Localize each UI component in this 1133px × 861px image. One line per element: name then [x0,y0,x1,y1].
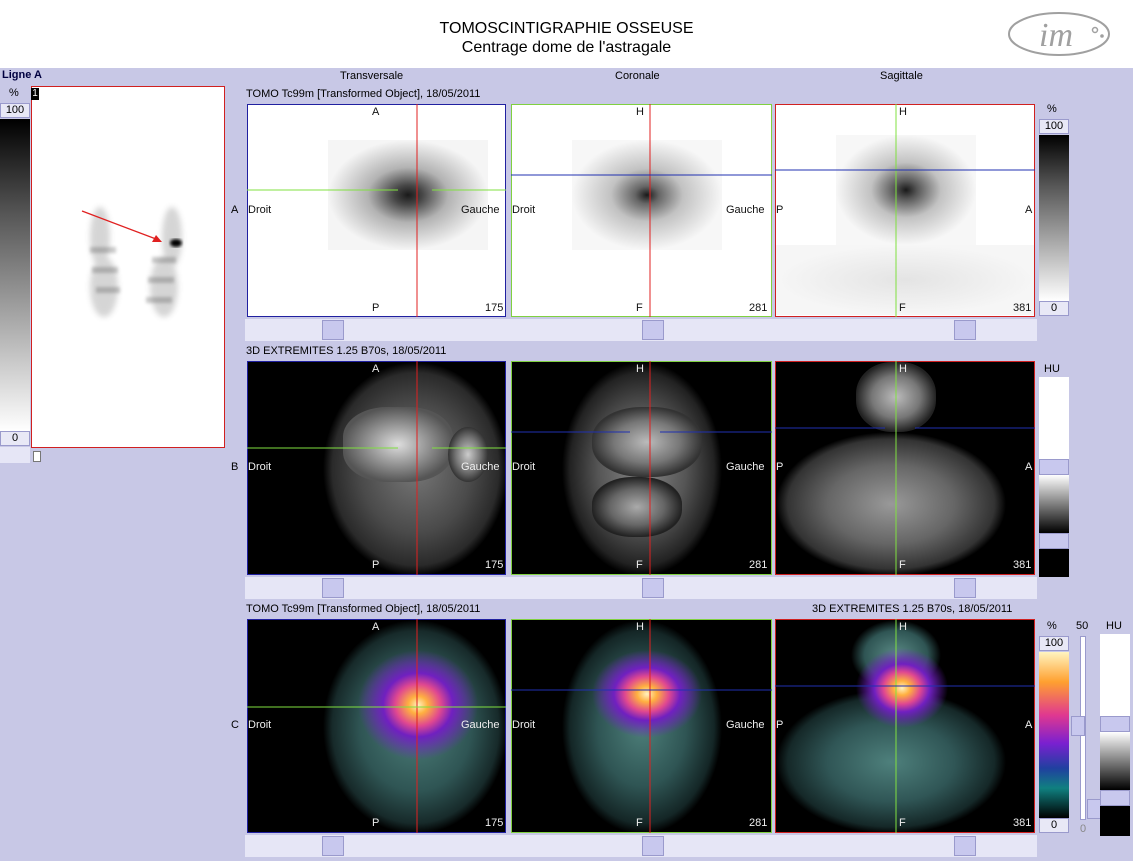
scale-b-lower-thumb[interactable] [1039,533,1069,549]
slice-b-trans: 175 [485,559,504,571]
crosshair-layer [247,104,1035,833]
scale-c-hu-grayscale-bar [1100,732,1130,790]
slice-slider-row-c[interactable] [245,835,1037,857]
orient-b-trans-left: Droit [248,461,272,473]
slider-thumb-cor-b[interactable] [642,578,664,598]
slider-thumb-sag-c[interactable] [954,836,976,856]
orient-c-cor-bottom: F [636,817,643,829]
slider-thumb-sag-a[interactable] [954,320,976,340]
scale-c-hu-track[interactable] [1100,634,1130,836]
slice-c-sag: 381 [1013,817,1032,829]
slice-slider-row-a[interactable] [245,319,1037,341]
scale-c-unit: % [1047,620,1057,632]
orient-c-cor-right: Gauche [726,719,765,731]
orient-c-sag-top: H [899,621,907,633]
orient-a-trans-right: Gauche [461,204,500,216]
scale-c-window-min: 0 [1080,823,1087,835]
orient-a-cor-left: Droit [512,204,536,216]
orient-c-trans-right: Gauche [461,719,500,731]
orient-b-sag-right: A [1025,461,1033,473]
orient-b-trans-right: Gauche [461,461,500,473]
slice-a-trans: 175 [485,302,504,314]
orient-c-cor-top: H [636,621,644,633]
orient-b-trans-bottom: P [372,559,380,571]
scale-b-grayscale-bar [1039,475,1069,533]
orient-b-sag-bottom: F [899,559,906,571]
orient-c-sag-bottom: F [899,817,906,829]
orient-a-sag-top: H [899,106,907,118]
slice-c-cor: 281 [749,817,768,829]
scale-c-hu-unit: HU [1106,620,1122,632]
orient-a-cor-right: Gauche [726,204,765,216]
slider-thumb-cor-a[interactable] [642,320,664,340]
slice-b-sag: 381 [1013,559,1032,571]
scale-b-upper-thumb[interactable] [1039,459,1069,475]
scale-c-min[interactable]: 0 [1039,818,1069,833]
scale-a-max[interactable]: 100 [1039,119,1069,134]
orient-b-cor-right: Gauche [726,461,765,473]
fusion-blend-thumb-2[interactable] [1087,799,1101,819]
orient-c-cor-left: Droit [512,719,536,731]
slider-thumb-trans-a[interactable] [322,320,344,340]
scale-c-max[interactable]: 100 [1039,636,1069,651]
orient-b-sag-left: P [776,461,784,473]
scale-c-window-max: 50 [1076,620,1089,632]
scale-c-color-bar [1039,652,1069,818]
slice-c-trans: 175 [485,817,504,829]
slider-thumb-trans-c[interactable] [322,836,344,856]
orient-a-sag-left: P [776,204,784,216]
slider-thumb-cor-c[interactable] [642,836,664,856]
slider-thumb-sag-b[interactable] [954,578,976,598]
orient-c-trans-left: Droit [248,719,272,731]
scale-a-min[interactable]: 0 [1039,301,1069,316]
orient-c-sag-left: P [776,719,784,731]
scale-a-grayscale-bar [1039,135,1069,301]
slice-slider-row-b[interactable] [245,577,1037,599]
orient-c-trans-top: A [372,621,380,633]
orient-b-sag-top: H [899,363,907,375]
orient-a-sag-bottom: F [899,302,906,314]
orient-b-cor-bottom: F [636,559,643,571]
scale-c-hu-lower-thumb[interactable] [1100,790,1130,806]
orient-c-sag-right: A [1025,719,1033,731]
scale-b-window-track[interactable] [1039,377,1069,577]
orient-b-cor-top: H [636,363,644,375]
orient-a-cor-bottom: F [636,302,643,314]
orient-a-trans-left: Droit [248,204,272,216]
scale-b-unit: HU [1044,363,1060,375]
slice-b-cor: 281 [749,559,768,571]
orient-a-trans-top: A [372,106,380,118]
orient-a-sag-right: A [1025,204,1033,216]
scale-a-unit: % [1047,103,1057,115]
orient-a-trans-bottom: P [372,302,380,314]
orient-b-trans-top: A [372,363,380,375]
slice-a-sag: 381 [1013,302,1032,314]
slice-a-cor: 281 [749,302,768,314]
orient-a-cor-top: H [636,106,644,118]
orient-b-cor-left: Droit [512,461,536,473]
orient-c-trans-bottom: P [372,817,380,829]
slider-thumb-trans-b[interactable] [322,578,344,598]
fusion-blend-thumb[interactable] [1071,716,1085,736]
scale-c-hu-upper-thumb[interactable] [1100,716,1130,732]
